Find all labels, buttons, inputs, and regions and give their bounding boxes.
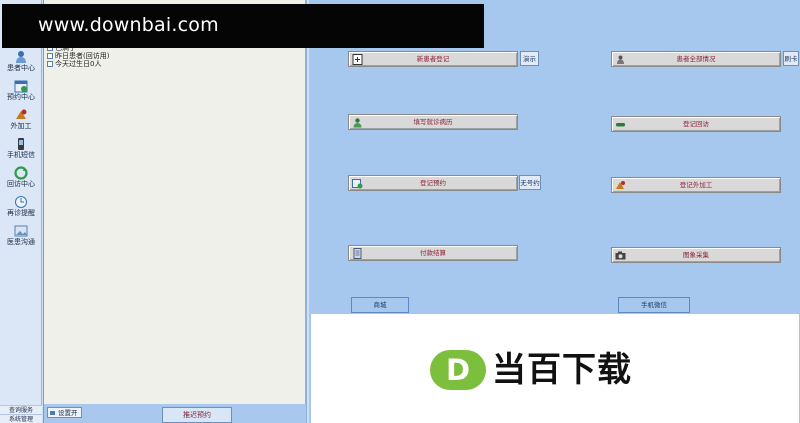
list-item[interactable]: 昨日患者(回访用)	[47, 52, 109, 60]
patient-list-panel: 已满了 昨日患者(回访用) 今天过生日0人 设置开 推迟预约	[43, 0, 307, 423]
nav-item-label: 预约中心	[7, 93, 35, 101]
image-icon	[14, 225, 28, 237]
nav-item-label: 医患沟通	[7, 238, 35, 246]
postpone-appointment-button[interactable]: 推迟预约	[162, 407, 232, 423]
list-footer: 设置开 推迟预约	[44, 404, 306, 423]
register-appointment-button[interactable]: 登记预约	[348, 175, 518, 191]
nav-item-revisit-reminder[interactable]: 再诊提醒	[0, 195, 42, 218]
nav-rail: 患者中心 预约中心 外加工 手机短信 回访中心 再诊提醒 医患沟通 查询服务 系…	[0, 0, 42, 423]
image-capture-button[interactable]: 图象采集	[611, 247, 781, 263]
watermark-url: www.downbai.com	[38, 14, 219, 36]
nav-item-label: 患者中心	[7, 64, 35, 72]
demo-button[interactable]: 演示	[520, 51, 539, 66]
nav-item-label: 手机短信	[7, 151, 35, 159]
watermark-banner: www.downbai.com	[2, 4, 484, 48]
nav-item-followup-center[interactable]: 回访中心	[0, 166, 42, 189]
list-item[interactable]: 今天过生日0人	[47, 60, 101, 68]
download-site-logo: D	[430, 350, 486, 390]
new-patient-button[interactable]: 新患者登记	[348, 51, 518, 67]
outsource-icon	[16, 109, 27, 119]
nav-item-outsource[interactable]: 外加工	[0, 108, 42, 131]
patient-icon	[16, 51, 26, 63]
all-patients-button[interactable]: 患者全部情况	[611, 51, 781, 67]
clock-icon	[15, 196, 27, 208]
no-number-appointment-button[interactable]: 无号约	[519, 175, 541, 190]
expand-button[interactable]: 设置开	[47, 407, 82, 418]
nav-item-sms[interactable]: 手机短信	[0, 137, 42, 160]
nav-query-service[interactable]: 查询服务	[0, 405, 42, 414]
nav-item-communication[interactable]: 医患沟通	[0, 224, 42, 247]
tree-node-icon	[47, 53, 53, 59]
nav-item-label: 再诊提醒	[7, 209, 35, 217]
register-visit-button[interactable]: 登记回访	[611, 116, 781, 132]
nav-item-label: 外加工	[10, 122, 32, 130]
tree-node-icon	[47, 61, 53, 67]
wechat-button[interactable]: 手机微信	[618, 297, 690, 313]
calendar-icon	[14, 80, 28, 93]
register-outsource-button[interactable]: 登记外加工	[611, 177, 781, 193]
nav-item-appointment-center[interactable]: 预约中心	[0, 79, 42, 102]
card-swipe-button[interactable]: 刷卡	[783, 51, 799, 66]
phone-icon	[18, 138, 24, 150]
mall-button[interactable]: 商城	[351, 297, 409, 313]
watermark-site-name: 当百下载	[492, 350, 632, 390]
nav-system-admin[interactable]: 系统管理	[0, 414, 42, 423]
watermark-logo-panel: D 当百下载	[311, 314, 799, 423]
nav-item-patient-center[interactable]: 患者中心	[0, 50, 42, 73]
payment-button[interactable]: 付款结算	[348, 245, 518, 261]
nav-item-label: 回访中心	[7, 180, 35, 188]
fill-record-button[interactable]: 填写就诊病历	[348, 114, 518, 130]
refresh-icon	[14, 166, 28, 180]
